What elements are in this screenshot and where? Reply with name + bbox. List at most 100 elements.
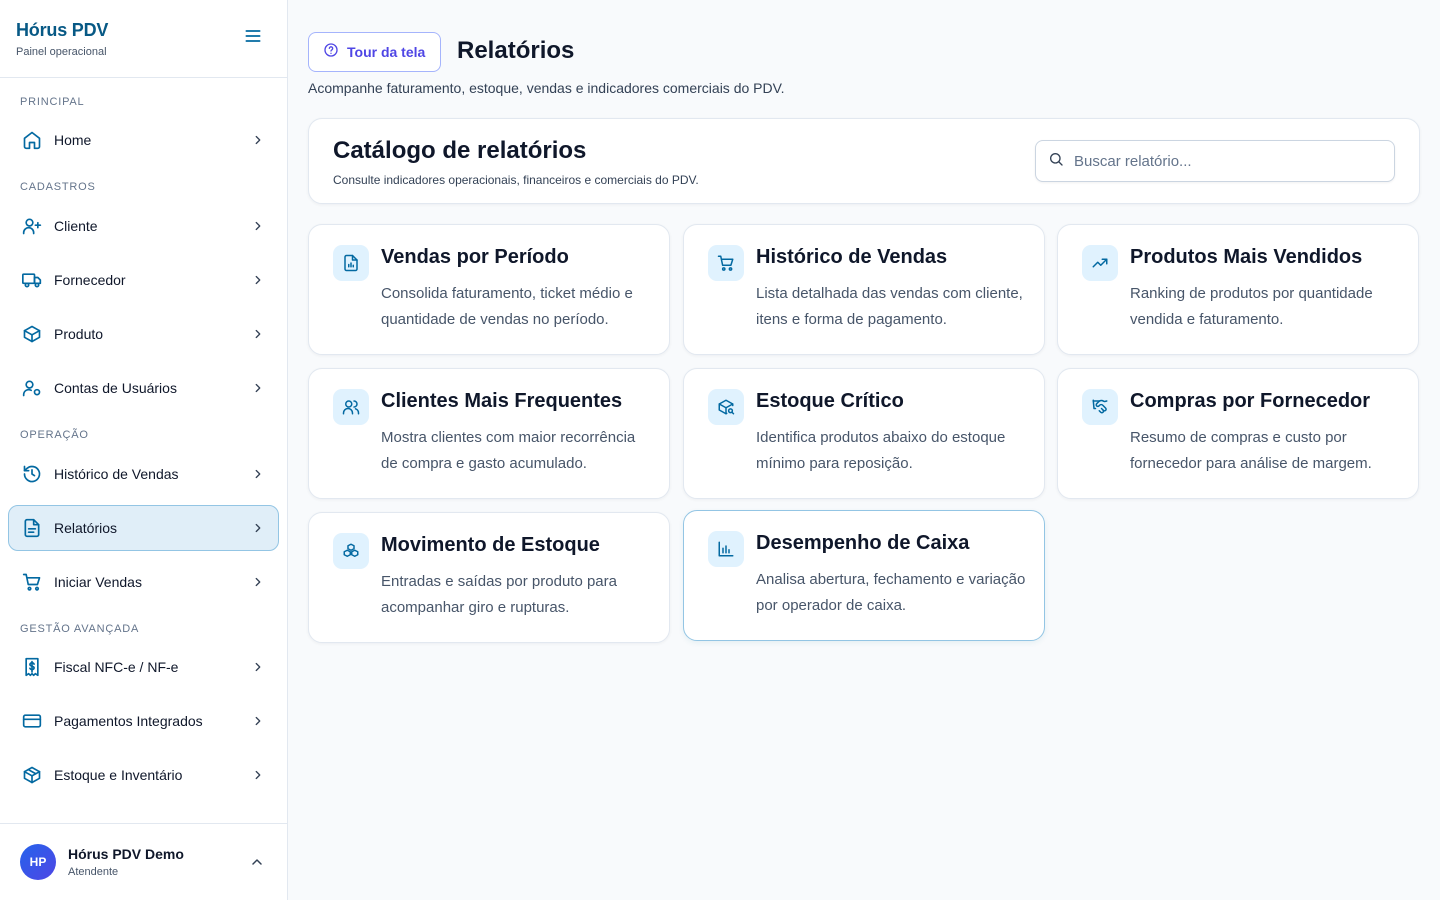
main-content: Tour da tela Relatórios Acompanhe fatura…: [288, 0, 1440, 900]
chevron-right-icon: [250, 466, 266, 482]
search-icon: [1048, 151, 1064, 172]
sidebar-item-home[interactable]: Home: [8, 117, 279, 163]
report-description: Entradas e saídas por produto para acomp…: [381, 573, 617, 616]
sidebar-item-fiscal[interactable]: Fiscal NFC-e / NF-e: [8, 644, 279, 690]
section-label-operacao: Operação: [20, 429, 89, 441]
user-plus-icon: [21, 215, 43, 237]
report-card-historico-vendas[interactable]: Histórico de Vendas Lista detalhada das …: [683, 224, 1045, 355]
report-title: Movimento de Estoque: [381, 534, 600, 556]
chevron-right-icon: [250, 326, 266, 342]
user-name: Hórus PDV Demo: [68, 846, 184, 862]
report-card-vendas-periodo[interactable]: Vendas por Período Consolida faturamento…: [308, 224, 670, 355]
sidebar: Hórus PDV Painel operacional Principal H…: [0, 0, 288, 900]
sidebar-item-fornecedor[interactable]: Fornecedor: [8, 257, 279, 303]
user-profile[interactable]: HP Hórus PDV Demo Atendente: [0, 823, 287, 900]
chevron-right-icon: [250, 659, 266, 675]
report-title: Desempenho de Caixa: [756, 532, 970, 554]
sidebar-item-label: Pagamentos Integrados: [54, 713, 203, 729]
page-title: Relatórios: [457, 37, 575, 64]
chevron-right-icon: [250, 767, 266, 783]
package-search-icon: [708, 389, 744, 425]
sidebar-item-label: Fiscal NFC-e / NF-e: [54, 659, 179, 675]
report-title: Estoque Crítico: [756, 390, 904, 412]
report-title: Compras por Fornecedor: [1130, 390, 1371, 412]
boxes-icon: [333, 533, 369, 569]
chevron-right-icon: [250, 218, 266, 234]
report-description: Mostra clientes com maior recorrência de…: [381, 429, 636, 472]
report-card-clientes-frequentes[interactable]: Clientes Mais Frequentes Mostra clientes…: [308, 368, 670, 499]
receipt-dollar-icon: [21, 656, 43, 678]
report-description: Lista detalhada das vendas com cliente, …: [756, 285, 1023, 328]
report-description: Ranking de produtos por quantidade vendi…: [1130, 285, 1373, 328]
sidebar-item-pagamentos[interactable]: Pagamentos Integrados: [8, 698, 279, 744]
chevron-right-icon: [250, 132, 266, 148]
user-cog-icon: [21, 377, 43, 399]
tour-button-label: Tour da tela: [347, 44, 426, 60]
sidebar-item-label: Contas de Usuários: [54, 380, 177, 396]
section-label-gestao-avancada: Gestão Avançada: [20, 623, 140, 635]
sidebar-item-label: Relatórios: [54, 520, 118, 536]
chevron-right-icon: [250, 574, 266, 590]
box-icon: [21, 323, 43, 345]
sidebar-item-produto[interactable]: Produto: [8, 311, 279, 357]
cart-icon: [21, 571, 43, 593]
sidebar-item-label: Histórico de Vendas: [54, 466, 179, 482]
sidebar-nav: Principal Home Cadastros Cliente Fornece…: [0, 78, 287, 823]
chevron-right-icon: [250, 520, 266, 536]
menu-icon[interactable]: [243, 26, 263, 46]
chevron-right-icon: [250, 713, 266, 729]
sidebar-item-label: Home: [54, 132, 92, 148]
section-label-principal: Principal: [20, 96, 85, 108]
sidebar-item-label: Iniciar Vendas: [54, 574, 142, 590]
report-title: Vendas por Período: [381, 246, 569, 268]
report-description: Resumo de compras e custo por fornecedor…: [1130, 429, 1372, 472]
sidebar-item-label: Fornecedor: [54, 272, 126, 288]
help-circle-icon: [323, 42, 339, 63]
cart-icon: [708, 245, 744, 281]
sidebar-item-historico-vendas[interactable]: Histórico de Vendas: [8, 451, 279, 497]
sidebar-item-label: Cliente: [54, 218, 98, 234]
report-title: Produtos Mais Vendidos: [1130, 246, 1363, 268]
sidebar-item-contas-usuarios[interactable]: Contas de Usuários: [8, 365, 279, 411]
package-icon: [21, 764, 43, 786]
catalog-header: Catálogo de relatórios Consulte indicado…: [308, 118, 1420, 204]
sidebar-item-relatorios[interactable]: Relatórios: [8, 505, 279, 551]
page-description: Acompanhe faturamento, estoque, vendas e…: [308, 80, 785, 96]
report-title: Clientes Mais Frequentes: [381, 390, 623, 412]
report-card-produtos-mais-vendidos[interactable]: Produtos Mais Vendidos Ranking de produt…: [1057, 224, 1419, 355]
trending-up-icon: [1082, 245, 1118, 281]
sidebar-item-label: Estoque e Inventário: [54, 767, 183, 783]
user-role: Atendente: [68, 866, 119, 878]
search-box[interactable]: [1035, 140, 1395, 182]
report-card-estoque-critico[interactable]: Estoque Crítico Identifica produtos abai…: [683, 368, 1045, 499]
report-description: Identifica produtos abaixo do estoque mí…: [756, 429, 1006, 472]
brand-title: Hórus PDV: [16, 20, 109, 40]
sidebar-item-cliente[interactable]: Cliente: [8, 203, 279, 249]
truck-icon: [21, 269, 43, 291]
report-description: Analisa abertura, fechamento e variação …: [756, 571, 1026, 614]
file-text-icon: [21, 517, 43, 539]
section-label-cadastros: Cadastros: [20, 181, 96, 193]
handshake-icon: [1082, 389, 1118, 425]
tour-button[interactable]: Tour da tela: [308, 32, 441, 72]
report-description: Consolida faturamento, ticket médio e qu…: [381, 285, 633, 328]
catalog-subtitle: Consulte indicadores operacionais, finan…: [333, 173, 699, 187]
chevron-up-icon[interactable]: [249, 854, 265, 870]
sidebar-item-label: Produto: [54, 326, 104, 342]
home-icon: [21, 129, 43, 151]
user-meta: Hórus PDV Demo Atendente: [68, 846, 249, 878]
search-input[interactable]: [1074, 152, 1374, 170]
history-icon: [21, 463, 43, 485]
report-title: Histórico de Vendas: [756, 246, 948, 268]
report-card-desempenho-caixa[interactable]: Desempenho de Caixa Analisa abertura, fe…: [683, 510, 1045, 641]
bar-chart-icon: [708, 531, 744, 567]
report-card-movimento-estoque[interactable]: Movimento de Estoque Entradas e saídas p…: [308, 512, 670, 643]
chevron-right-icon: [250, 272, 266, 288]
file-chart-icon: [333, 245, 369, 281]
sidebar-item-iniciar-vendas[interactable]: Iniciar Vendas: [8, 559, 279, 605]
report-card-compras-fornecedor[interactable]: Compras por Fornecedor Resumo de compras…: [1057, 368, 1419, 499]
brand-subtitle: Painel operacional: [16, 46, 107, 58]
brand: Hórus PDV Painel operacional: [0, 0, 287, 78]
users-icon: [333, 389, 369, 425]
sidebar-item-estoque-inventario[interactable]: Estoque e Inventário: [8, 752, 279, 798]
